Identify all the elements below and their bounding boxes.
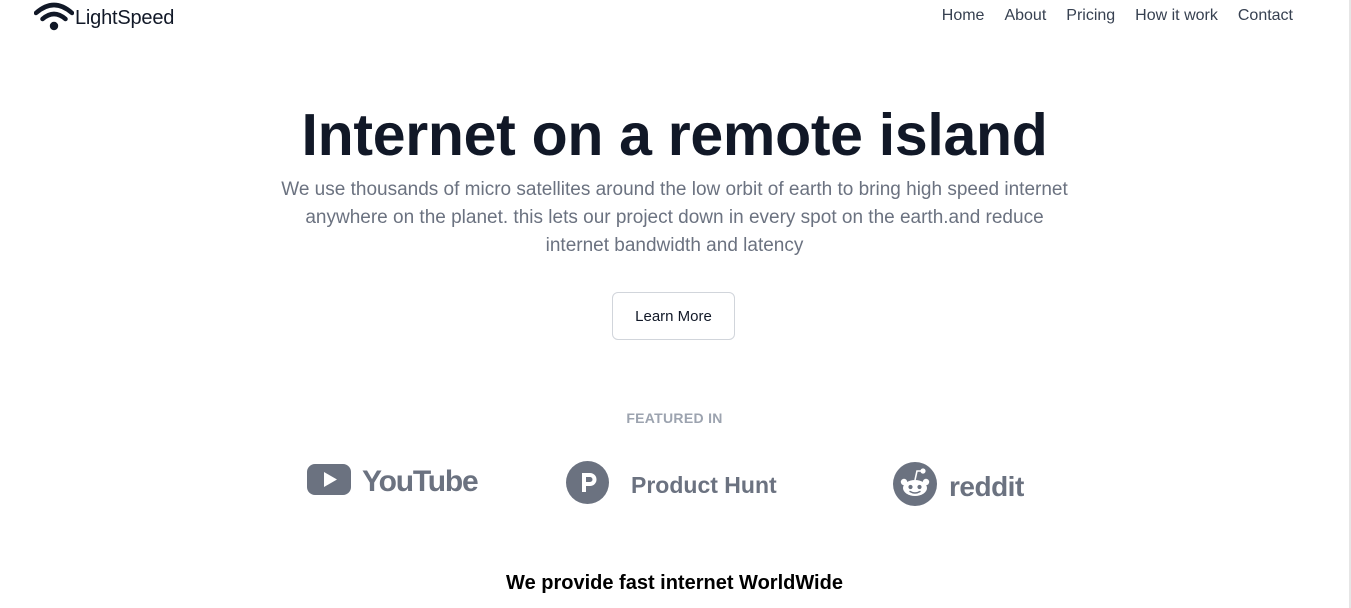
wifi-icon [34, 1, 74, 33]
product-hunt-wordmark: Product Hunt [631, 471, 777, 498]
nav-pricing[interactable]: Pricing [1066, 7, 1115, 25]
youtube-logo: YouTube [307, 464, 479, 500]
reddit-logo: reddit [893, 462, 1024, 511]
brand-logo[interactable]: LightSpeed [34, 1, 174, 33]
product-hunt-icon [566, 461, 609, 509]
nav-about[interactable]: About [1004, 7, 1046, 25]
youtube-wordmark: YouTube [362, 465, 479, 498]
product-hunt-logo: Product Hunt [566, 461, 777, 509]
brand-name: LightSpeed [75, 6, 175, 29]
nav-contact[interactable]: Contact [1238, 7, 1293, 25]
hero-section: Internet on a remote island We use thous… [0, 100, 1349, 260]
section-title: We provide fast internet WorldWide [506, 572, 843, 594]
learn-more-button[interactable]: Learn More [612, 292, 735, 340]
nav-menu: Home About Pricing How it work Contact [922, 7, 1293, 25]
youtube-icon [307, 464, 351, 500]
nav-home[interactable]: Home [942, 7, 985, 25]
reddit-icon [893, 462, 937, 511]
nav-how-it-work[interactable]: How it work [1135, 7, 1218, 25]
hero-subtitle: We use thousands of micro satellites aro… [281, 179, 1068, 256]
reddit-wordmark: reddit [949, 470, 1024, 502]
hero-title: Internet on a remote island [301, 102, 1048, 168]
navbar: LightSpeed Home About Pricing How it wor… [0, 0, 1349, 36]
featured-label: FEATURED IN [626, 410, 723, 426]
